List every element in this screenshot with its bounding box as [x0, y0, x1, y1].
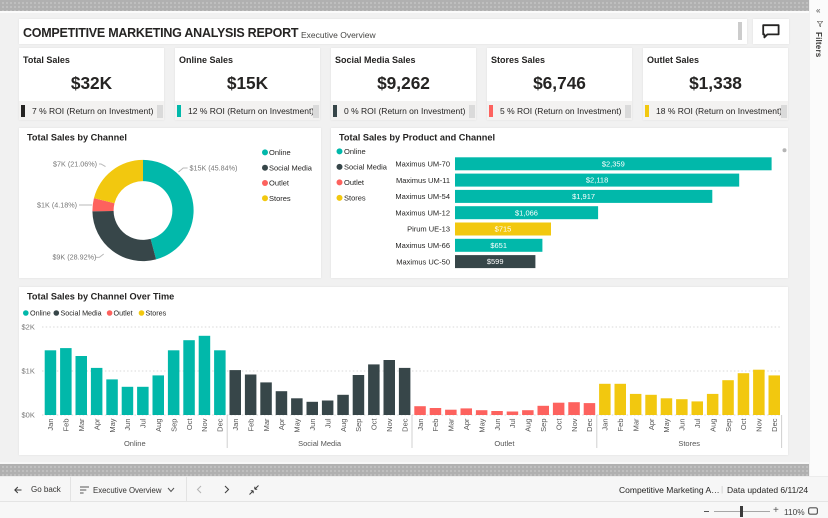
svg-text:Social Media: Social Media: [269, 163, 313, 172]
svg-text:Maximus UM-70: Maximus UM-70: [395, 160, 450, 169]
svg-text:Online: Online: [124, 439, 146, 448]
svg-text:Oct: Oct: [739, 418, 748, 431]
svg-text:Oct: Oct: [185, 418, 194, 431]
svg-text:Pirum UE-13: Pirum UE-13: [407, 225, 450, 234]
svg-text:May: May: [293, 418, 302, 432]
svg-text:Maximus UM-54: Maximus UM-54: [395, 192, 450, 201]
svg-text:Aug: Aug: [524, 418, 533, 431]
svg-text:Maximus UM-12: Maximus UM-12: [395, 208, 450, 217]
svg-text:Outlet: Outlet: [269, 179, 290, 188]
svg-text:Social Media: Social Media: [61, 309, 102, 318]
svg-text:Mar: Mar: [447, 418, 456, 431]
svg-text:Jan: Jan: [231, 419, 240, 431]
svg-text:Dec: Dec: [400, 418, 409, 432]
svg-text:Oct: Oct: [370, 418, 379, 431]
svg-text:Mar: Mar: [77, 418, 86, 431]
svg-text:Stores: Stores: [269, 194, 291, 203]
svg-text:Apr: Apr: [277, 418, 286, 430]
svg-text:Online: Online: [30, 309, 51, 318]
svg-text:Nov: Nov: [755, 418, 764, 432]
svg-text:$1,917: $1,917: [572, 192, 595, 201]
svg-text:Outlet: Outlet: [344, 178, 365, 187]
svg-text:Apr: Apr: [647, 418, 656, 430]
svg-text:Jun: Jun: [123, 419, 132, 431]
svg-text:Maximus UC-50: Maximus UC-50: [396, 257, 450, 266]
svg-text:Jul: Jul: [323, 418, 332, 428]
svg-text:Feb: Feb: [431, 419, 440, 432]
svg-text:Online: Online: [344, 147, 366, 156]
svg-text:Dec: Dec: [216, 418, 225, 432]
svg-text:Mar: Mar: [631, 418, 640, 431]
svg-text:Maximus UM-66: Maximus UM-66: [395, 241, 450, 250]
svg-text:$2,359: $2,359: [602, 159, 625, 168]
svg-text:Stores: Stores: [146, 309, 167, 318]
svg-text:Sep: Sep: [539, 419, 548, 432]
svg-text:Sep: Sep: [354, 419, 363, 432]
svg-text:Apr: Apr: [92, 418, 101, 430]
svg-text:Jun: Jun: [678, 419, 687, 431]
svg-text:$0K: $0K: [22, 411, 35, 420]
svg-text:Oct: Oct: [554, 418, 563, 431]
svg-text:Feb: Feb: [62, 419, 71, 432]
svg-text:Jul: Jul: [693, 418, 702, 428]
svg-text:$1K (4.18%): $1K (4.18%): [37, 201, 77, 210]
svg-text:Feb: Feb: [246, 419, 255, 432]
svg-text:Sep: Sep: [724, 419, 733, 432]
svg-text:Aug: Aug: [708, 419, 717, 432]
svg-text:$1,066: $1,066: [515, 208, 538, 217]
svg-text:Total Sales by Channel: Total Sales by Channel: [27, 132, 127, 142]
svg-text:Outlet: Outlet: [494, 439, 515, 448]
svg-text:Jan: Jan: [601, 419, 610, 431]
svg-text:$2K: $2K: [22, 323, 35, 332]
svg-text:Dec: Dec: [585, 418, 594, 432]
svg-text:$1K: $1K: [22, 367, 35, 376]
svg-text:Total Sales by Channel Over Ti: Total Sales by Channel Over Time: [27, 291, 174, 301]
svg-text:May: May: [662, 418, 671, 432]
svg-text:May: May: [108, 418, 117, 432]
svg-text:Jan: Jan: [416, 419, 425, 431]
svg-text:Total Sales by Product and Cha: Total Sales by Product and Channel: [339, 132, 495, 142]
svg-text:$15K (45.84%): $15K (45.84%): [190, 164, 238, 173]
svg-text:Stores: Stores: [678, 439, 700, 448]
svg-text:Aug: Aug: [339, 419, 348, 432]
svg-text:$715: $715: [495, 225, 512, 234]
svg-text:Jun: Jun: [308, 419, 317, 431]
svg-text:Nov: Nov: [385, 418, 394, 432]
svg-text:Online: Online: [269, 148, 291, 157]
svg-text:Jul: Jul: [508, 418, 517, 428]
svg-text:Dec: Dec: [770, 418, 779, 432]
svg-text:Social Media: Social Media: [344, 163, 388, 172]
svg-text:Apr: Apr: [462, 418, 471, 430]
svg-text:Social Media: Social Media: [298, 439, 342, 448]
svg-text:Nov: Nov: [200, 418, 209, 432]
svg-text:Mar: Mar: [262, 418, 271, 431]
svg-text:$599: $599: [487, 257, 504, 266]
svg-text:Sep: Sep: [169, 419, 178, 432]
svg-text:Feb: Feb: [616, 419, 625, 432]
svg-text:Stores: Stores: [344, 194, 366, 203]
svg-text:$651: $651: [490, 241, 507, 250]
svg-text:$9K (28.92%): $9K (28.92%): [52, 253, 96, 262]
svg-text:May: May: [477, 418, 486, 432]
svg-text:Aug: Aug: [154, 419, 163, 432]
svg-text:Jun: Jun: [493, 419, 502, 431]
svg-text:Jan: Jan: [46, 419, 55, 431]
svg-text:Maximus UM-11: Maximus UM-11: [396, 176, 450, 185]
svg-text:$2,118: $2,118: [586, 176, 608, 185]
svg-text:Outlet: Outlet: [114, 309, 133, 318]
svg-text:Jul: Jul: [139, 418, 148, 428]
svg-text:$7K (21.06%): $7K (21.06%): [53, 160, 97, 169]
svg-text:Nov: Nov: [570, 418, 579, 432]
